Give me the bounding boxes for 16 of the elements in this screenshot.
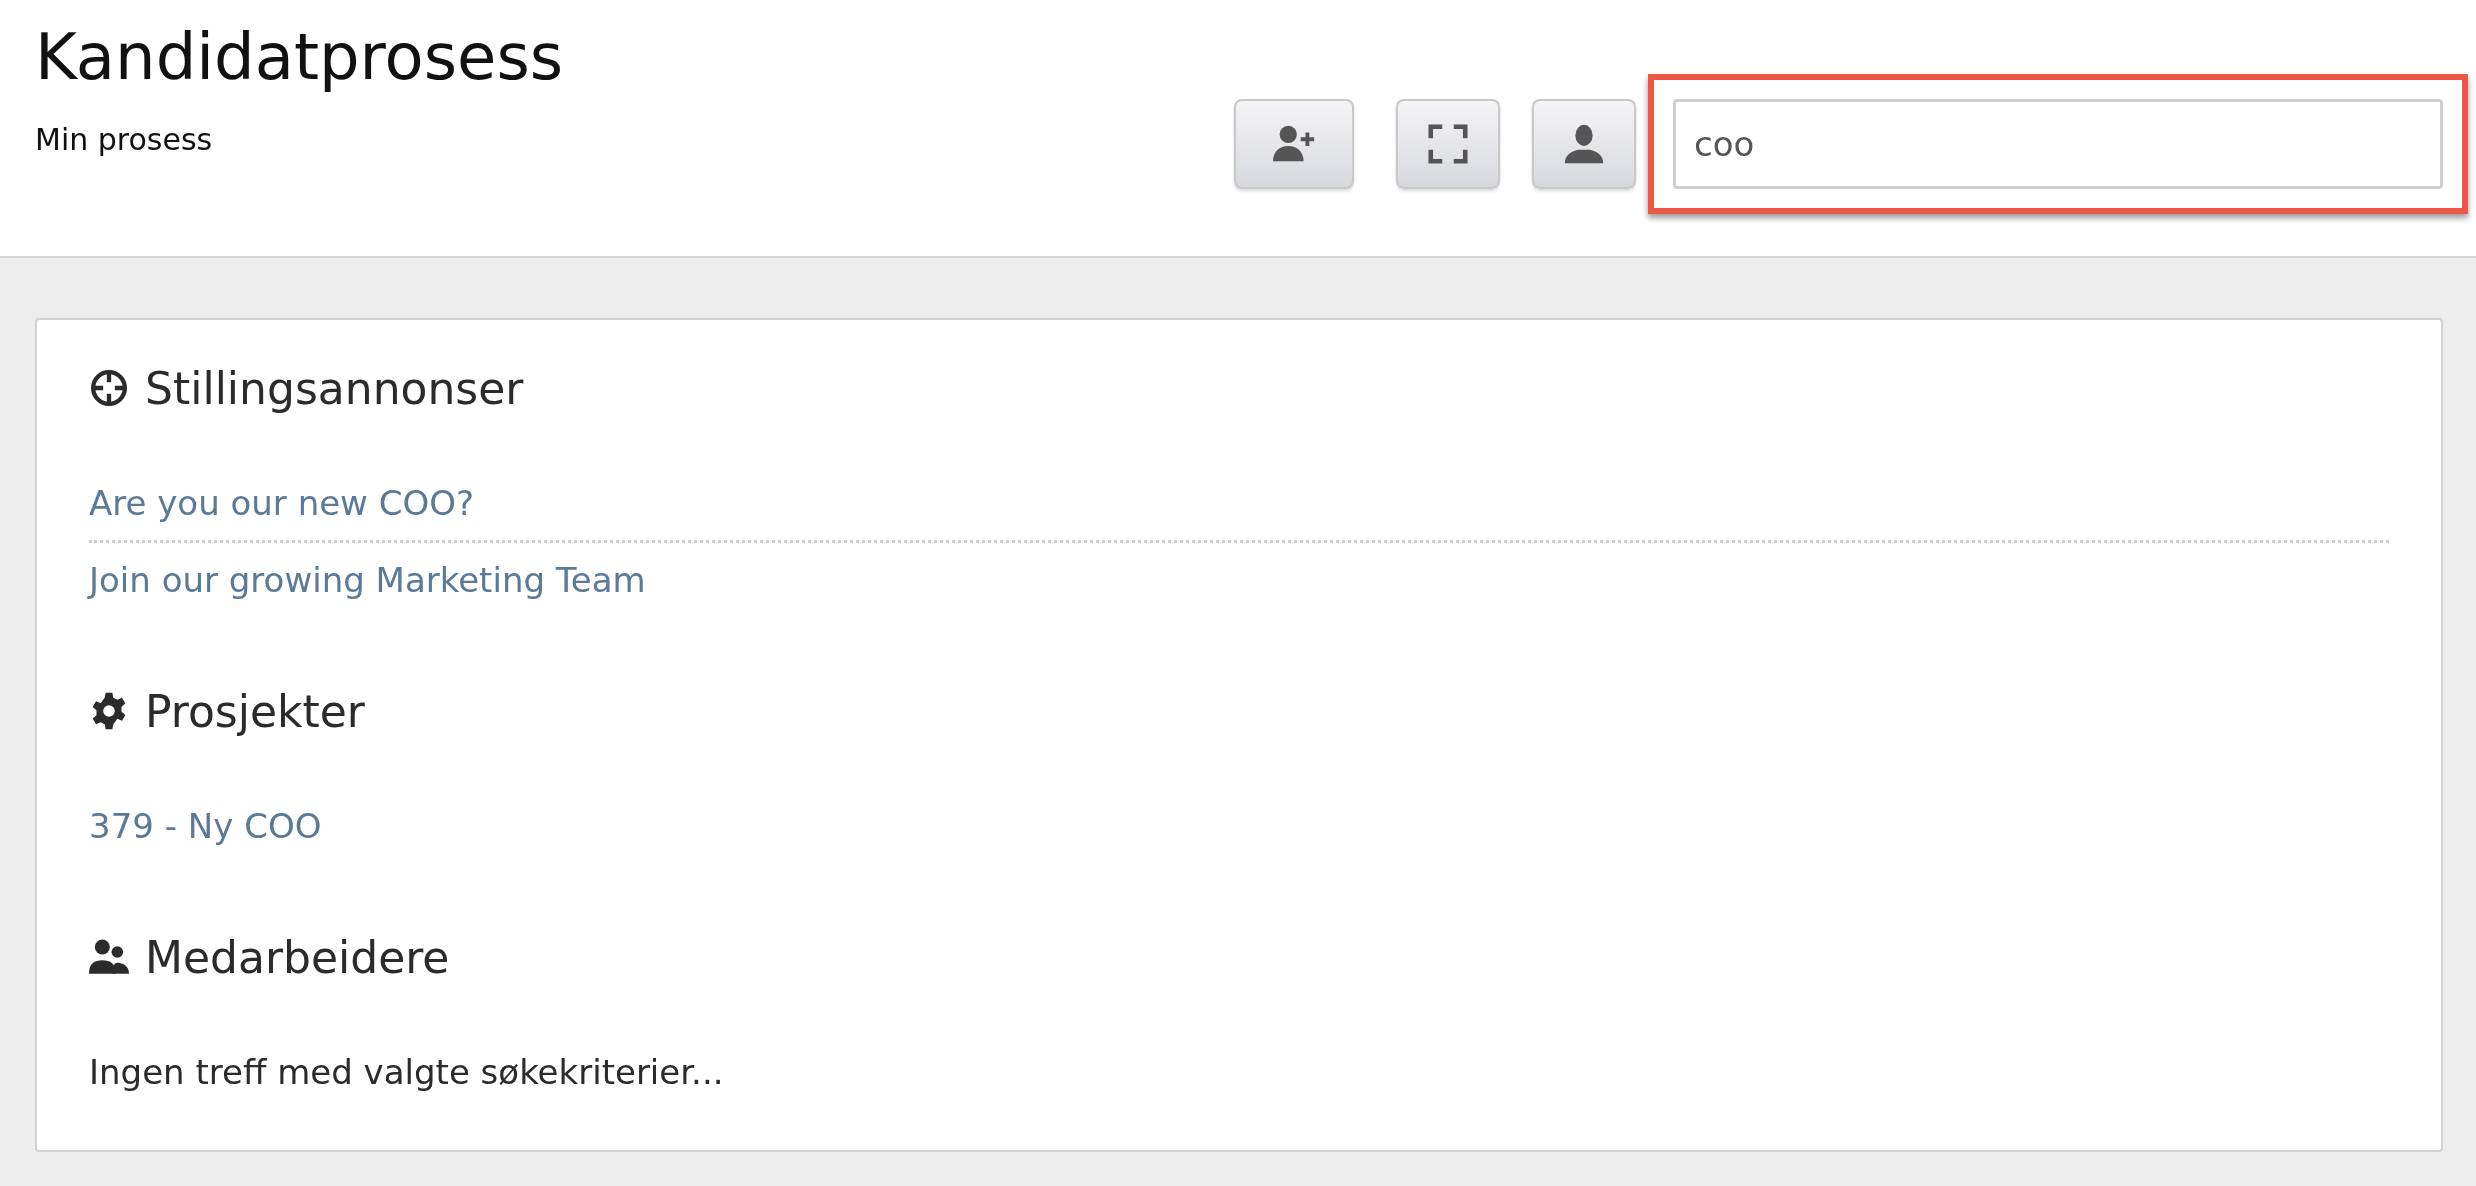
section-heading: Stillingsannonser	[145, 362, 524, 414]
section-heading: Prosjekter	[145, 685, 365, 737]
add-person-button[interactable]	[1234, 99, 1354, 189]
people-icon	[89, 937, 129, 977]
no-results-text: Ingen treff med valgte søkekriterier...	[89, 1051, 724, 1094]
fullscreen-button[interactable]	[1396, 99, 1500, 189]
page-subtitle: Min prosess	[35, 122, 214, 158]
result-link[interactable]: Join our growing Marketing Team	[89, 543, 646, 617]
result-link[interactable]: Are you our new COO?	[89, 466, 475, 540]
fullscreen-icon	[1425, 121, 1471, 167]
search-field[interactable]: coo	[1673, 99, 2443, 189]
section-heading: Medarbeidere	[145, 931, 450, 983]
page-title: Kandidatprosess	[35, 22, 564, 93]
result-link[interactable]: 379 - Ny COO	[89, 789, 322, 863]
crosshair-icon	[89, 368, 129, 408]
person-button[interactable]	[1532, 99, 1636, 189]
